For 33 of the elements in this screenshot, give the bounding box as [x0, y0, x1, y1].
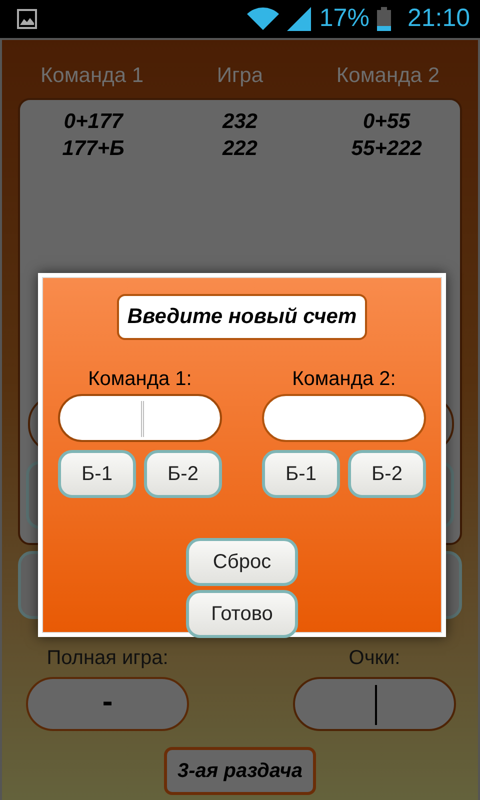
bonus-button[interactable]: Б-2: [144, 450, 222, 498]
battery-text: 17%: [319, 3, 370, 34]
image-icon: [17, 9, 37, 29]
signal-icon: [287, 7, 312, 31]
deal-button[interactable]: 3-ая раздача: [164, 747, 316, 795]
team-label: Команда 2:: [292, 366, 396, 392]
table-cell-text: 55+222: [350, 136, 423, 162]
dialog-button[interactable]: Готово: [186, 590, 298, 638]
table-cell-text: 222: [221, 136, 258, 162]
table-cell-text: 232: [221, 109, 258, 135]
bonus-button[interactable]: Б-2: [348, 450, 426, 498]
team-label: Команда 1:: [88, 366, 192, 392]
bonus-button[interactable]: Б-1: [58, 450, 136, 498]
input-field[interactable]: -: [26, 677, 189, 731]
table-cell-text: 177+Б: [61, 136, 126, 162]
text-cursor: [374, 685, 376, 725]
input-field[interactable]: [293, 677, 456, 731]
bonus-button[interactable]: Б-1: [262, 450, 340, 498]
score-input[interactable]: [58, 394, 222, 442]
table-cell-text: 0+177: [62, 109, 124, 135]
field-label: Очки:: [348, 646, 400, 671]
dialog-button[interactable]: Сброс: [186, 538, 298, 586]
score-input[interactable]: [262, 394, 426, 442]
text-cursor: [141, 400, 144, 436]
wifi-icon: [247, 7, 280, 31]
clock-text: 21:10: [407, 3, 470, 34]
column-header: Команда 2: [335, 63, 440, 89]
table-cell-text: 0+55: [362, 109, 412, 135]
battery-icon: [377, 7, 392, 31]
dialog-title: Введите новый счет: [117, 294, 367, 340]
column-header: Команда 1: [39, 63, 145, 89]
column-header: Игра: [216, 63, 264, 89]
field-label: Полная игра:: [46, 646, 168, 671]
